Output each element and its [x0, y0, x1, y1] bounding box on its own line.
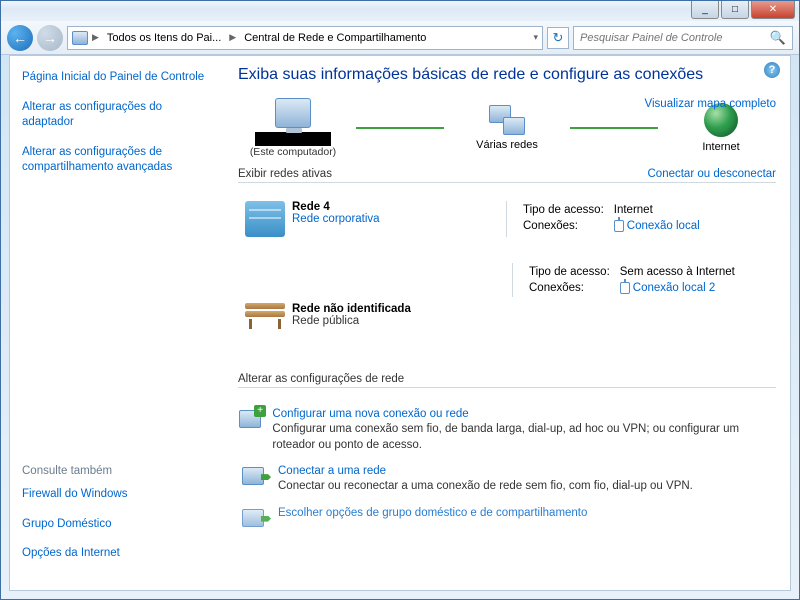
help-icon[interactable]: ? [764, 62, 780, 78]
window-controls: _ □ ✕ [691, 1, 795, 19]
breadcrumb-separator-icon: ▶ [229, 32, 236, 43]
minimize-button[interactable]: _ [691, 1, 719, 19]
sidebar-footer-heading: Consulte também [22, 465, 208, 477]
setting-title[interactable]: Configurar uma nova conexão ou rede [272, 408, 776, 420]
map-node-this-computer[interactable]: (Este computador) [238, 98, 348, 158]
access-type-label: Tipo de acesso: [523, 203, 612, 217]
access-type-value: Sem acesso à Internet [620, 265, 743, 279]
active-networks-heading: Exibir redes ativas Conectar ou desconec… [238, 168, 776, 183]
location-icon [72, 31, 88, 45]
sidebar: Página Inicial do Painel de Controle Alt… [10, 56, 220, 590]
back-button[interactable]: ← [7, 25, 33, 51]
multiple-networks-icon [489, 105, 525, 135]
maximize-button[interactable]: □ [721, 1, 749, 19]
computer-icon [275, 98, 311, 128]
network-details: Tipo de acesso:Internet Conexões: Conexão… [521, 201, 710, 235]
forward-button[interactable]: → [37, 25, 63, 51]
computer-name-redacted [255, 132, 331, 146]
divider [506, 201, 507, 237]
breadcrumb-item[interactable]: Central de Rede e Compartilhamento [240, 30, 430, 46]
setting-description: Conectar ou reconectar a uma conexão de … [278, 479, 693, 495]
sidebar-item-firewall[interactable]: Firewall do Windows [22, 487, 208, 503]
setting-description: Configurar uma conexão sem fio, de banda… [272, 422, 776, 453]
active-networks-list: Rede 4 Rede corporativa Tipo de acesso:I… [238, 193, 776, 347]
homegroup-icon [242, 509, 264, 527]
network-type: Rede pública [292, 315, 492, 327]
breadcrumb-item[interactable]: Todos os Itens do Pai... [103, 30, 225, 46]
sidebar-item-home[interactable]: Página Inicial do Painel de Controle [22, 70, 208, 86]
sidebar-item-sharing-settings[interactable]: Alterar as configurações de compartilham… [22, 145, 208, 176]
network-item: Rede 4 Rede corporativa Tipo de acesso:I… [238, 193, 776, 255]
setting-title[interactable]: Conectar a uma rede [278, 465, 693, 477]
search-input[interactable] [580, 32, 770, 44]
setting-item-new-connection[interactable]: Configurar uma nova conexão ou rede Conf… [238, 408, 776, 453]
network-map: (Este computador) Várias redes Internet … [238, 98, 776, 158]
corporate-network-icon [245, 201, 285, 237]
view-full-map-link[interactable]: Visualizar mapa completo [645, 98, 776, 110]
new-connection-icon [239, 410, 261, 428]
map-connection-line [570, 127, 658, 129]
section-label: Exibir redes ativas [238, 168, 332, 180]
close-button[interactable]: ✕ [751, 1, 795, 19]
connect-network-icon [242, 467, 264, 485]
search-icon[interactable]: 🔍 [770, 30, 786, 46]
access-type-label: Tipo de acesso: [529, 265, 618, 279]
map-node-label: Internet [702, 141, 739, 153]
navigation-bar: ← → ▶ Todos os Itens do Pai... ▶ Central… [1, 21, 799, 55]
refresh-button[interactable]: ↻ [547, 27, 569, 49]
network-name: Rede não identificada [292, 303, 492, 315]
map-node-internet[interactable]: Internet [666, 103, 776, 153]
sidebar-item-internet-options[interactable]: Opções da Internet [22, 546, 208, 562]
network-type-link[interactable]: Rede corporativa [292, 213, 492, 225]
sidebar-item-adapter-settings[interactable]: Alterar as configurações do adaptador [22, 100, 208, 131]
map-node-networks[interactable]: Várias redes [452, 105, 562, 151]
network-settings-heading: Alterar as configurações de rede [238, 373, 776, 388]
control-panel-window: _ □ ✕ ← → ▶ Todos os Itens do Pai... ▶ C… [0, 0, 800, 600]
titlebar[interactable] [1, 1, 799, 9]
ethernet-icon [620, 282, 630, 294]
connect-disconnect-link[interactable]: Conectar ou desconectar [648, 168, 777, 180]
search-box[interactable]: 🔍 [573, 26, 793, 50]
connection-link[interactable]: Conexão local [627, 220, 700, 232]
connections-label: Conexões: [529, 281, 618, 295]
map-connection-line [356, 127, 444, 129]
network-item: Rede não identificada Rede pública [238, 295, 776, 347]
access-type-value: Internet [614, 203, 708, 217]
map-node-label: Várias redes [476, 139, 538, 151]
network-details: Tipo de acesso:Sem acesso à Internet Con… [527, 263, 745, 297]
breadcrumb-separator-icon: ▶ [92, 32, 99, 43]
section-label: Alterar as configurações de rede [238, 373, 404, 385]
address-bar[interactable]: ▶ Todos os Itens do Pai... ▶ Central de … [67, 26, 543, 50]
setting-title[interactable]: Escolher opções de grupo doméstico e de … [278, 507, 587, 519]
page-title: Exiba suas informações básicas de rede e… [238, 66, 776, 84]
ethernet-icon [614, 220, 624, 232]
connections-label: Conexões: [523, 219, 612, 233]
settings-list: Configurar uma nova conexão ou rede Conf… [238, 408, 776, 527]
map-node-sublabel: (Este computador) [250, 146, 336, 158]
sidebar-item-homegroup[interactable]: Grupo Doméstico [22, 517, 208, 533]
setting-item-homegroup[interactable]: Escolher opções de grupo doméstico e de … [238, 507, 776, 527]
connection-link[interactable]: Conexão local 2 [633, 282, 715, 294]
setting-item-connect-network[interactable]: Conectar a uma rede Conectar ou reconect… [238, 465, 776, 495]
main-panel: ? Exiba suas informações básicas de rede… [220, 56, 790, 590]
dropdown-icon[interactable]: ▾ [533, 32, 538, 43]
content-area: Página Inicial do Painel de Controle Alt… [9, 55, 791, 591]
divider [512, 263, 513, 297]
network-name: Rede 4 [292, 201, 492, 213]
public-network-icon [243, 303, 287, 329]
